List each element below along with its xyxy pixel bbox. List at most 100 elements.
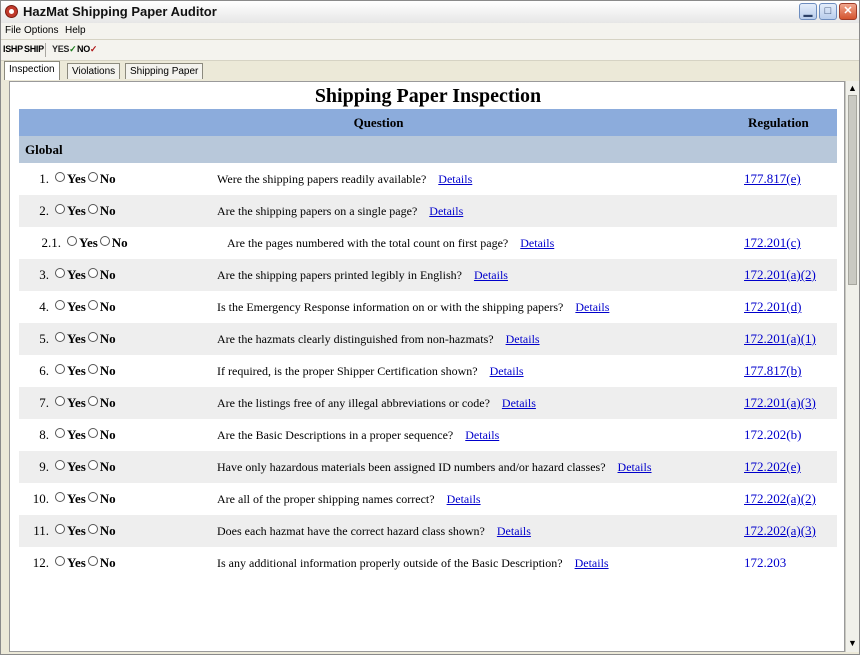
yes-radio[interactable] [55, 524, 65, 534]
yes-radio[interactable] [55, 332, 65, 342]
yes-all-button[interactable]: YES✓ [52, 44, 77, 55]
no-radio[interactable] [99, 236, 110, 246]
question-row: 7. Yes No Are the listings free of any ille… [19, 387, 837, 419]
no-radio[interactable] [87, 364, 98, 374]
yes-radio[interactable] [55, 300, 65, 310]
yes-label: Yes [67, 363, 86, 378]
no-radio[interactable] [87, 428, 98, 438]
yes-radio[interactable] [55, 428, 65, 438]
regulation-link[interactable]: 172.201(a)(3) [738, 387, 837, 419]
regulation-link[interactable]: 172.201(a)(1) [738, 323, 837, 355]
no-label: No [99, 267, 116, 282]
regulation-link[interactable]: 172.202(a)(3) [738, 515, 837, 547]
regulation-link[interactable]: 172.201(a)(2) [738, 259, 837, 291]
yes-radio[interactable] [55, 492, 65, 502]
close-button[interactable]: ✕ [839, 3, 857, 20]
question-cell: Is the Emergency Response information on… [211, 291, 739, 323]
tab-violations[interactable]: Violations [67, 63, 121, 79]
no-radio[interactable] [87, 396, 98, 406]
details-link[interactable]: Details [474, 268, 508, 282]
yes-radio[interactable] [55, 268, 65, 278]
tab-inspection[interactable]: Inspection [4, 61, 60, 80]
regulation-link[interactable]: 172.201(c) [738, 227, 837, 259]
details-link[interactable]: Details [502, 396, 536, 410]
details-link[interactable]: Details [520, 236, 554, 250]
check-icon: ✓ [89, 44, 98, 54]
no-radio[interactable] [87, 556, 98, 566]
check-icon: ✓ [69, 44, 77, 54]
details-link[interactable]: Details [506, 332, 540, 346]
details-link[interactable]: Details [575, 300, 609, 314]
yes-label: Yes [67, 171, 86, 186]
no-radio[interactable] [87, 268, 98, 278]
no-radio[interactable] [87, 492, 98, 502]
scroll-up-icon[interactable]: ▲ [847, 82, 858, 94]
regulation-link[interactable]: 172.203 [738, 547, 837, 579]
regulation-link[interactable]: 172.201(d) [738, 291, 837, 323]
no-radio[interactable] [87, 172, 98, 182]
toolbar: ISHP SHIP YES✓ NO✓ [1, 40, 859, 61]
yes-radio[interactable] [55, 172, 65, 182]
yes-label: Yes [67, 459, 86, 474]
scroll-thumb[interactable] [848, 95, 857, 285]
yes-label: Yes [67, 299, 86, 314]
yes-radio[interactable] [55, 204, 65, 214]
regulation-link[interactable]: 177.817(e) [738, 163, 837, 195]
menu-options[interactable]: Options [24, 25, 58, 36]
yes-radio[interactable] [55, 460, 65, 470]
details-link[interactable]: Details [497, 524, 531, 538]
yes-label: Yes [67, 523, 86, 538]
regulation-link[interactable] [738, 195, 837, 227]
scroll-down-icon[interactable]: ▼ [847, 637, 858, 649]
details-link[interactable]: Details [618, 460, 652, 474]
regulation-link[interactable]: 172.202(a)(2) [738, 483, 837, 515]
ishp-button[interactable]: ISHP [3, 44, 23, 54]
tab-shipping-paper[interactable]: Shipping Paper [125, 63, 204, 79]
menu-bar: File Options Help [1, 23, 859, 40]
question-text: Does each hazmat have the correct hazard… [217, 523, 485, 538]
no-radio[interactable] [87, 204, 98, 214]
question-number: 4. [39, 299, 49, 314]
details-link[interactable]: Details [490, 364, 524, 378]
toolbar-separator [45, 43, 46, 57]
details-link[interactable]: Details [438, 172, 472, 186]
question-number: 12. [32, 555, 49, 570]
no-radio[interactable] [87, 460, 98, 470]
regulation-link[interactable]: 172.202(b) [738, 419, 837, 451]
menu-help[interactable]: Help [65, 25, 86, 36]
yes-radio[interactable] [67, 236, 77, 246]
no-label: No [99, 331, 116, 346]
details-link[interactable]: Details [465, 428, 499, 442]
page-title: Shipping Paper Inspection [314, 85, 542, 107]
minimize-icon: ▁ [803, 5, 813, 17]
minimize-button[interactable]: ▁ [799, 3, 817, 20]
maximize-icon: □ [824, 5, 832, 17]
details-link[interactable]: Details [575, 556, 609, 570]
question-row: 4. Yes No Is the Emergency Response informa… [19, 291, 837, 323]
question-text: Are the listings free of any illegal abb… [217, 395, 490, 410]
no-radio[interactable] [87, 332, 98, 342]
vertical-scrollbar[interactable]: ▲ ▼ [845, 81, 859, 652]
menu-file[interactable]: File [5, 25, 21, 36]
ship-button[interactable]: SHIP [24, 44, 44, 54]
no-radio[interactable] [87, 300, 98, 310]
question-cell: Are the pages numbered with the total co… [211, 227, 739, 259]
question-number: 5. [39, 331, 49, 346]
no-all-button[interactable]: NO✓ [77, 44, 97, 55]
question-number: 3. [39, 267, 49, 282]
maximize-button[interactable]: □ [819, 3, 837, 20]
question-row: 1. Yes No Were the shipping papers readily … [19, 163, 837, 195]
regulation-link[interactable]: 177.817(b) [738, 355, 837, 387]
yes-radio[interactable] [55, 396, 65, 406]
no-radio[interactable] [87, 524, 98, 534]
regulation-link[interactable]: 172.202(e) [738, 451, 837, 483]
yes-radio[interactable] [55, 556, 65, 566]
details-link[interactable]: Details [447, 492, 481, 506]
yes-radio[interactable] [55, 364, 65, 374]
question-cell: Are the hazmats clearly distinguished fr… [211, 323, 739, 355]
yes-all-label: YES [52, 44, 70, 54]
details-link[interactable]: Details [429, 204, 463, 218]
section-label: Global [19, 136, 837, 163]
question-cell: Are all of the proper shipping names cor… [211, 483, 739, 515]
question-row: 2.1. Yes No Are the pages numbered with the… [19, 227, 837, 259]
